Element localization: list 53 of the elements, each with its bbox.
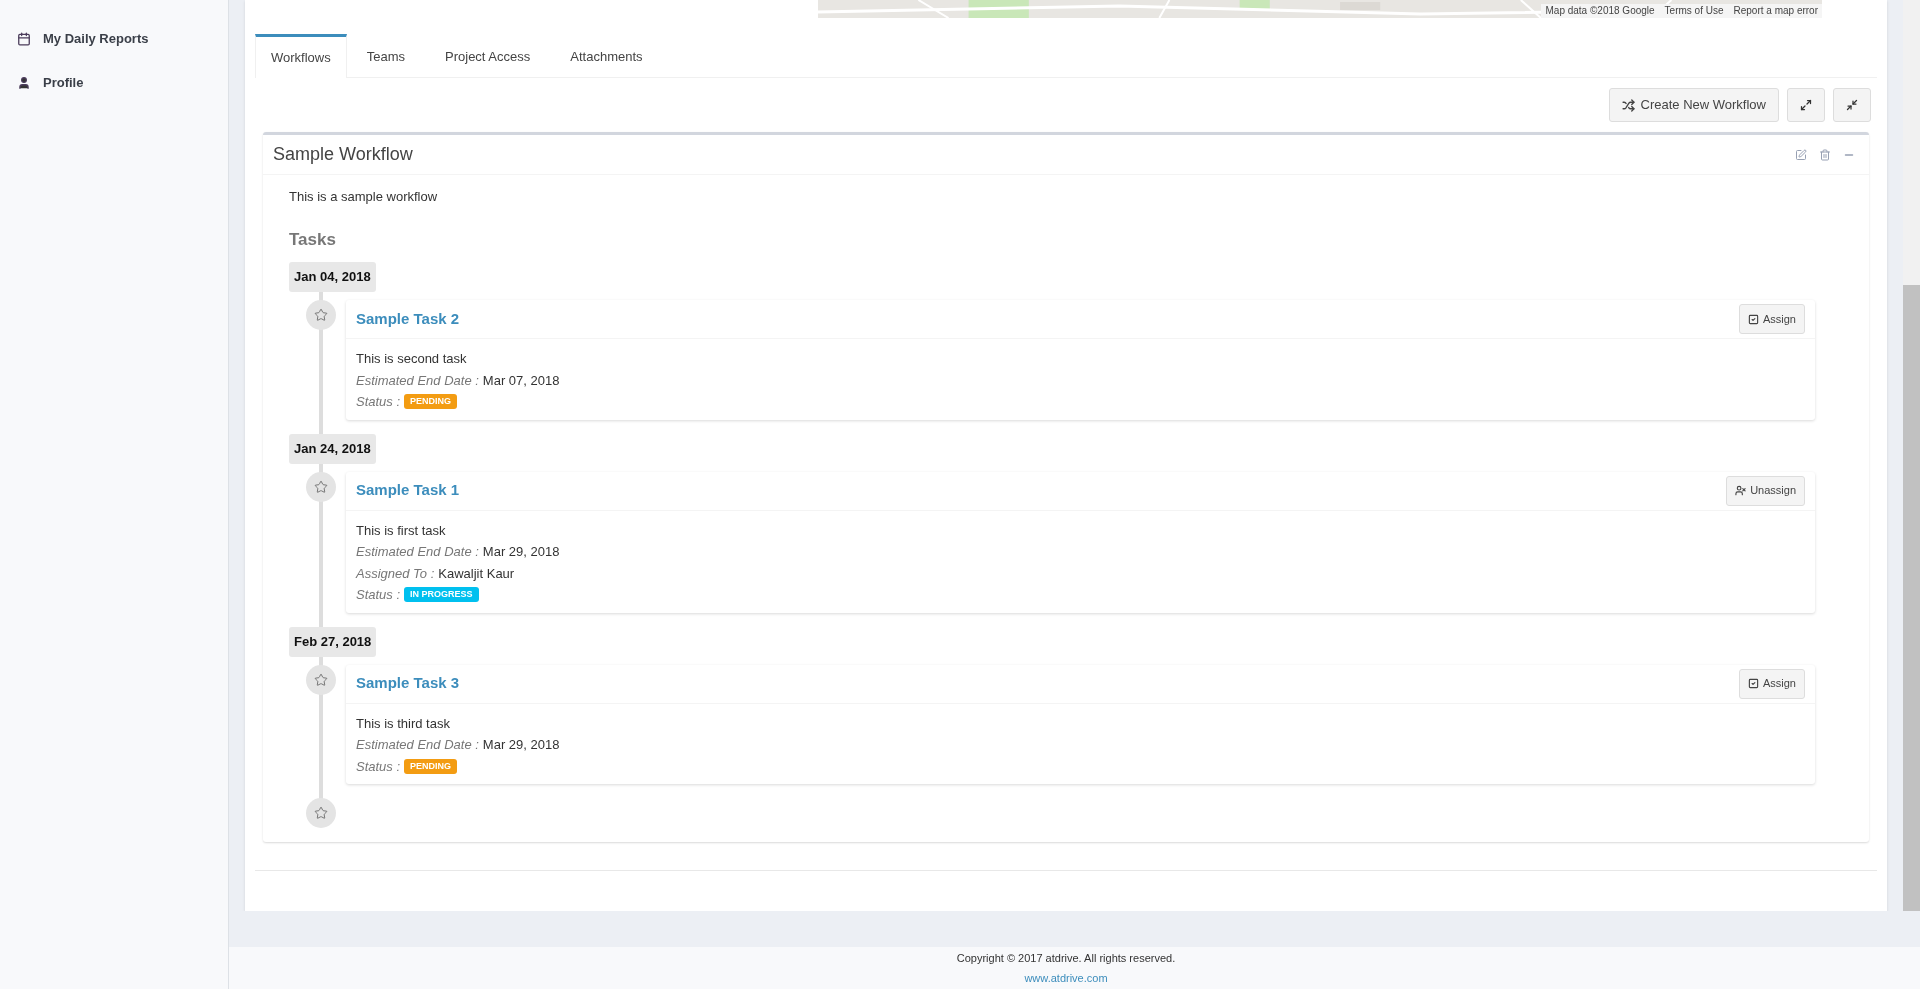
task-title-link[interactable]: Sample Task 2 [356, 307, 460, 331]
task-title-link[interactable]: Sample Task 1 [356, 479, 460, 502]
status-badge: PENDING [404, 758, 458, 774]
expand-icon [1800, 99, 1812, 111]
task-description: This is second task [356, 350, 468, 368]
status-label: Status : [356, 393, 401, 411]
map-attribution-link[interactable]: Report a map error [1733, 6, 1818, 16]
field-label: Assigned To : [356, 564, 435, 583]
workflow-description: This is a sample workflow [289, 188, 439, 206]
website-link[interactable]: www.atdrive.com [1024, 969, 1108, 986]
tab[interactable]: Project Access [425, 34, 551, 77]
user-x-icon [1735, 485, 1747, 496]
unassign-button[interactable]: Unassign [1726, 475, 1805, 506]
sidebar-item[interactable]: Profile [0, 71, 228, 95]
status-label: Status : [356, 757, 401, 776]
expand-button[interactable] [1787, 88, 1825, 122]
collapse-icon [1846, 99, 1858, 111]
field-value: Mar 07, 2018 [482, 371, 560, 390]
status-badge: IN PROGRESS [404, 587, 479, 603]
tab[interactable]: Teams [346, 34, 425, 77]
field-value: Mar 29, 2018 [482, 736, 560, 754]
check-square-icon [1747, 313, 1759, 325]
task-title-link[interactable]: Sample Task 3 [356, 672, 460, 695]
collapse-button[interactable] [1833, 88, 1871, 122]
tasks-heading: Tasks [289, 228, 337, 251]
sidebar-item[interactable]: My Daily Reports [0, 27, 228, 51]
field-value: Kawaljit Kaur [438, 564, 515, 583]
create-workflow-button[interactable]: Create New Workflow [1608, 88, 1779, 122]
shuffle-icon [1621, 98, 1635, 112]
map-attribution-link[interactable]: Terms of Use [1664, 6, 1724, 16]
assign-button[interactable]: Assign [1738, 304, 1805, 334]
assign-button[interactable]: Assign [1738, 668, 1805, 699]
field-label: Estimated End Date : [356, 371, 479, 390]
copyright-text: Copyright © 2017 atdrive. All rights reserved. [956, 951, 1176, 966]
date-label: Feb 27, 2018 [289, 626, 377, 657]
field-value: Mar 29, 2018 [482, 543, 560, 561]
delete-icon[interactable] [1819, 148, 1831, 161]
tab[interactable]: Workflows [255, 34, 347, 78]
user-icon [17, 76, 31, 90]
field-label: Estimated End Date : [356, 543, 479, 561]
workflow-title: Sample Workflow [273, 143, 413, 166]
check-square-icon [1747, 678, 1759, 689]
date-label: Jan 04, 2018 [289, 262, 376, 292]
task-description: This is third task [356, 714, 451, 733]
tab[interactable]: Attachments [550, 34, 663, 77]
edit-icon[interactable] [1795, 148, 1807, 161]
date-label: Jan 24, 2018 [289, 433, 376, 464]
calendar-icon [17, 32, 31, 46]
map-attribution-link[interactable]: Map data ©2018 Google [1545, 6, 1655, 16]
field-label: Estimated End Date : [356, 736, 479, 754]
status-label: Status : [356, 586, 401, 604]
status-badge: PENDING [404, 394, 458, 410]
task-description: This is first task [356, 521, 447, 540]
